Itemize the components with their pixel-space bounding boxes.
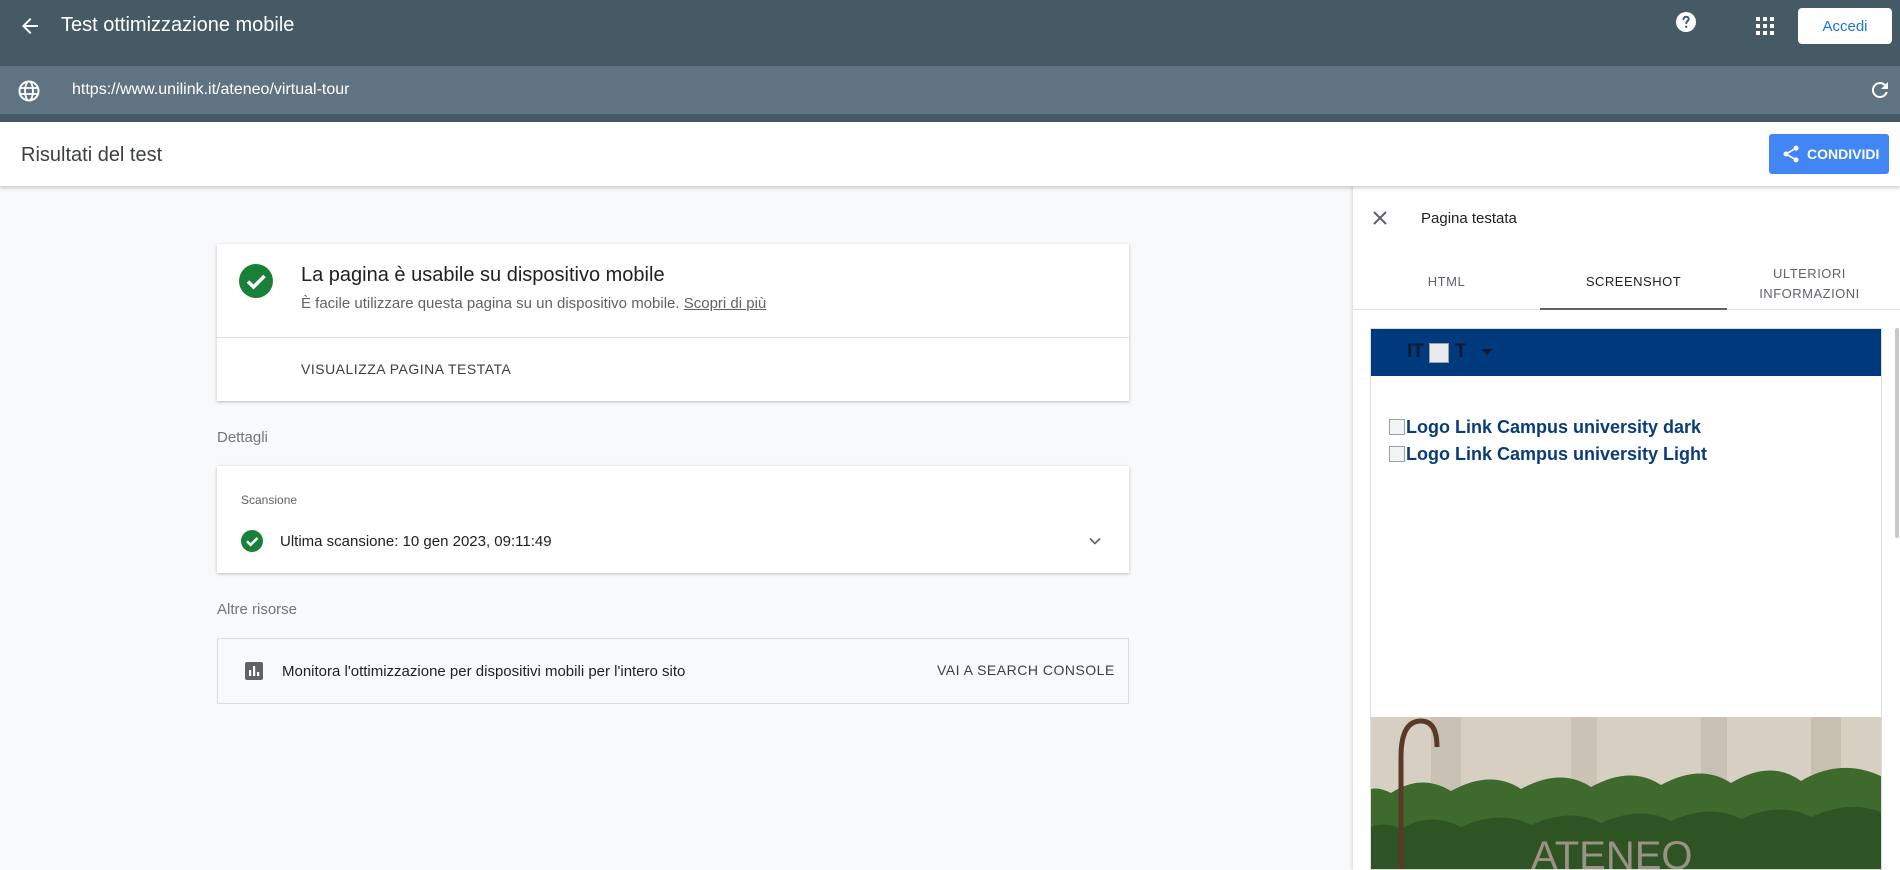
- apps-grid-icon[interactable]: [1753, 14, 1777, 38]
- tab-more-info-line1: ULTERIORI: [1773, 266, 1846, 281]
- logo-light-alt-text: Logo Link Campus university Light: [1406, 444, 1708, 464]
- result-headline: La pagina è usabile su dispositivo mobil…: [301, 264, 665, 286]
- tab-more-info[interactable]: ULTERIORI INFORMAZIONI: [1719, 254, 1900, 310]
- tab-screenshot[interactable]: SCREENSHOT: [1540, 254, 1727, 310]
- scan-details-card[interactable]: Scansione Ultima scansione: 10 gen 2023,…: [217, 466, 1129, 573]
- last-scan-text: Ultima scansione: 10 gen 2023, 09:11:49: [280, 533, 552, 550]
- globe-icon: [18, 80, 40, 102]
- caret-down-icon: [1481, 349, 1493, 355]
- results-title: Risultati del test: [21, 144, 163, 166]
- url-bar: https://www.unilink.it/ateneo/virtual-to…: [0, 66, 1900, 114]
- tested-page-panel: Pagina testata HTML SCREENSHOT ULTERIORI…: [1353, 186, 1900, 870]
- arrow-left-icon[interactable]: [18, 14, 42, 38]
- preview-lang-label: IT: [1407, 341, 1424, 362]
- preview-logo-dark: Logo Link Campus university dark: [1389, 417, 1701, 438]
- share-button[interactable]: CONDIVIDI: [1769, 134, 1889, 174]
- results-header: Risultati del test CONDIVIDI: [0, 122, 1900, 186]
- app-title: Test ottimizzazione mobile: [61, 14, 295, 36]
- logo-dark-alt-text: Logo Link Campus university dark: [1406, 417, 1702, 437]
- preview-hero-photo: ATENEO: [1371, 717, 1881, 870]
- screenshot-preview: IT T Logo Link Campus university dark Lo…: [1370, 328, 1882, 870]
- signin-button[interactable]: Accedi: [1798, 8, 1892, 44]
- help-circle-icon[interactable]: [1674, 10, 1698, 34]
- app-header: Test ottimizzazione mobile Accedi https:…: [0, 0, 1900, 122]
- usability-result-card: La pagina è usabile su dispositivo mobil…: [217, 244, 1129, 401]
- check-circle-icon: [241, 530, 263, 552]
- scan-label: Scansione: [241, 493, 298, 507]
- broken-image-icon: [1389, 419, 1405, 435]
- learn-more-link[interactable]: Scopri di più: [684, 295, 767, 312]
- reload-icon[interactable]: [1868, 78, 1892, 102]
- result-subtitle-text: È facile utilizzare questa pagina su un …: [301, 295, 680, 312]
- broken-image-icon: [1429, 343, 1449, 363]
- bar-chart-icon: [245, 662, 263, 680]
- broken-image-icon: [1389, 446, 1405, 462]
- resources-card: Monitora l'ottimizzazione per dispositiv…: [217, 638, 1129, 704]
- panel-tabs: HTML SCREENSHOT ULTERIORI INFORMAZIONI: [1353, 254, 1900, 310]
- chevron-down-icon[interactable]: [1085, 531, 1105, 551]
- close-icon[interactable]: [1370, 208, 1390, 228]
- tested-url-input[interactable]: https://www.unilink.it/ateneo/virtual-to…: [72, 81, 349, 99]
- preview-logo-light: Logo Link Campus university Light: [1389, 444, 1707, 465]
- details-heading: Dettagli: [217, 429, 268, 446]
- tab-more-info-line2: INFORMAZIONI: [1759, 286, 1860, 301]
- panel-scrollbar[interactable]: [1895, 328, 1899, 538]
- hero-photo-graphic: ATENEO: [1371, 717, 1881, 870]
- view-tested-page-button[interactable]: VISUALIZZA PAGINA TESTATA: [301, 361, 511, 377]
- tab-html[interactable]: HTML: [1353, 254, 1540, 310]
- share-icon: [1783, 145, 1799, 163]
- preview-lang-label-right: T: [1455, 341, 1467, 362]
- panel-title: Pagina testata: [1421, 210, 1517, 227]
- preview-nav-bar: IT T: [1371, 329, 1881, 376]
- resources-heading: Altre risorse: [217, 601, 298, 618]
- photo-caption-text: ATENEO: [1531, 834, 1693, 870]
- resources-text: Monitora l'ottimizzazione per dispositiv…: [282, 663, 686, 680]
- search-console-link[interactable]: VAI A SEARCH CONSOLE: [937, 662, 1115, 678]
- result-subtitle: È facile utilizzare questa pagina su un …: [301, 295, 766, 312]
- divider: [217, 337, 1129, 338]
- share-label: CONDIVIDI: [1807, 146, 1880, 162]
- check-circle-icon: [239, 264, 273, 298]
